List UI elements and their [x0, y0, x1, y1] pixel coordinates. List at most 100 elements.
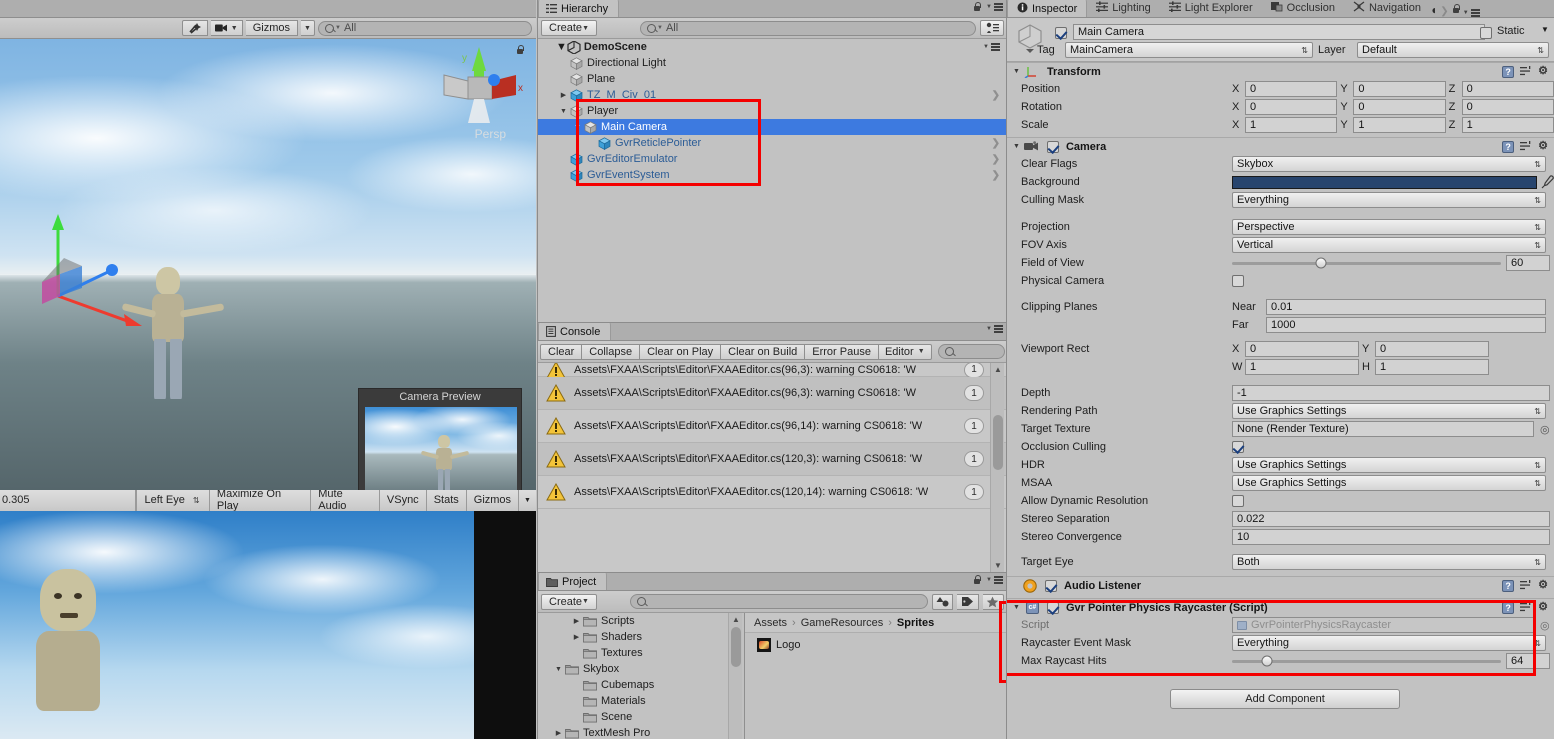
console-collapse-button[interactable]: Collapse [582, 343, 641, 360]
vsync-button[interactable]: VSync [378, 490, 426, 511]
game-aspect-dropdown[interactable]: 0.305 [0, 490, 137, 511]
hierarchy-create-button[interactable]: Create ▼ [541, 20, 597, 36]
transform-position-x-input[interactable]: 0 [1245, 81, 1338, 97]
project-folder-shaders[interactable]: ▶ Shaders [538, 629, 744, 645]
hierarchy-item-gvrreticlepointer[interactable]: GvrReticlePointer ❯ [538, 135, 1006, 151]
transform-scale-x-input[interactable]: 1 [1245, 117, 1338, 133]
transform-position-y-input[interactable]: 0 [1353, 81, 1446, 97]
chevron-right-icon[interactable]: ❯ [992, 170, 1000, 181]
project-tree-scroll-thumb[interactable] [731, 627, 741, 667]
preset-icon[interactable] [1520, 602, 1532, 613]
maximize-on-play-button[interactable]: Maximize On Play [208, 490, 311, 512]
culling-mask-dropdown[interactable]: Everything ⇅ [1232, 192, 1546, 208]
near-input[interactable]: 0.01 [1266, 299, 1546, 315]
project-folder-textmesh-pro[interactable]: ▶ TextMesh Pro [538, 725, 744, 739]
console-message-list[interactable]: Assets\FXAA\Scripts\Editor\FXAAEditor.cs… [538, 363, 1006, 572]
transform-position-z-input[interactable]: 0 [1461, 81, 1554, 97]
allow-dynamic-resolution-checkbox[interactable] [1232, 495, 1244, 507]
lock-icon[interactable] [973, 575, 982, 585]
chevron-right-icon[interactable]: ❯ [992, 154, 1000, 165]
scene-gizmo-lock-icon[interactable] [516, 45, 524, 55]
gear-icon[interactable]: ⚙ [1538, 66, 1548, 77]
project-folder-textures[interactable]: Textures [538, 645, 744, 661]
project-folder-tree[interactable]: ▶ Scripts ▶ Shaders Textures ▼ Skybox Cubemaps M… [538, 613, 744, 739]
console-menu-icon[interactable]: ▼ [986, 325, 1003, 333]
hierarchy-scene-row[interactable]: ▼ DemoScene ▼ [538, 39, 1006, 55]
hdr-dropdown[interactable]: Use Graphics Settings ⇅ [1232, 457, 1546, 473]
scene-viewport[interactable]: y x Persp Camera Preview [0, 39, 536, 490]
project-tree-scrollbar[interactable]: ▲ [728, 613, 742, 739]
foldout-icon[interactable]: ▶ [557, 91, 570, 99]
projection-dropdown[interactable]: Perspective ⇅ [1232, 219, 1546, 235]
field-of-view-slider[interactable] [1232, 257, 1501, 269]
console-clear-on-build-button[interactable]: Clear on Build [721, 343, 806, 360]
project-folder-scripts[interactable]: ▶ Scripts [538, 613, 744, 629]
foldout-icon[interactable]: ▶ [570, 617, 583, 625]
physical-camera-checkbox[interactable] [1232, 275, 1244, 287]
transform-rotation-y-input[interactable]: 0 [1353, 99, 1446, 115]
console-search-input[interactable] [937, 344, 1005, 359]
gear-icon[interactable]: ⚙ [1538, 141, 1548, 152]
max-raycast-hits-slider[interactable] [1232, 655, 1501, 667]
scene-gizmos-dropdown-button[interactable]: ▼ [301, 20, 315, 36]
rendering-path-dropdown[interactable]: Use Graphics Settings ⇅ [1232, 403, 1546, 419]
console-error-pause-button[interactable]: Error Pause [805, 343, 879, 360]
audio-listener-component-header[interactable]: Audio Listener ? ⚙ [1007, 576, 1554, 594]
viewport-h-input[interactable]: 1 [1375, 359, 1489, 375]
project-asset-browser[interactable]: Assets › GameResources › Sprites Logo [745, 613, 1006, 739]
hierarchy-search-input[interactable]: ▼ All [640, 20, 976, 36]
help-icon[interactable]: ? [1502, 601, 1515, 614]
audio-listener-enabled-checkbox[interactable] [1045, 579, 1057, 592]
background-color-field[interactable] [1232, 175, 1537, 189]
msaa-dropdown[interactable]: Use Graphics Settings ⇅ [1232, 475, 1546, 491]
project-folder-skybox[interactable]: ▼ Skybox [538, 661, 744, 677]
project-search-input[interactable] [630, 594, 929, 609]
depth-input[interactable]: -1 [1232, 385, 1550, 401]
console-message-row[interactable]: Assets\FXAA\Scripts\Editor\FXAAEditor.cs… [538, 410, 1006, 443]
console-scrollbar[interactable]: ▲ ▼ [990, 363, 1004, 572]
help-icon[interactable]: ? [1502, 65, 1515, 78]
lock-icon[interactable] [1452, 4, 1460, 14]
console-editor-dropdown[interactable]: Editor ▼ [878, 343, 932, 360]
preset-icon[interactable] [1520, 141, 1532, 152]
console-scroll-thumb[interactable] [993, 415, 1003, 470]
camera-foldout-icon[interactable]: ▼ [1013, 143, 1020, 150]
stereo-separation-input[interactable]: 0.022 [1232, 511, 1550, 527]
eyedropper-icon[interactable] [1541, 175, 1554, 189]
gear-icon[interactable]: ⚙ [1538, 580, 1548, 591]
scene-camera-button[interactable]: ▼ [210, 20, 243, 36]
hierarchy-menu-icon[interactable]: ▼ [986, 3, 1003, 11]
project-folder-materials[interactable]: Materials [538, 693, 744, 709]
preset-icon[interactable] [1520, 66, 1532, 77]
transform-rotation-x-input[interactable]: 0 [1245, 99, 1338, 115]
target-eye-dropdown[interactable]: Both ⇅ [1232, 554, 1546, 570]
transform-foldout-icon[interactable]: ▼ [1013, 68, 1020, 75]
scene-context-menu-icon[interactable]: ▼ [983, 43, 1000, 51]
game-gizmos-dropdown-button[interactable]: ▼ [518, 490, 536, 511]
add-component-button[interactable]: Add Component [1170, 689, 1400, 709]
far-input[interactable]: 1000 [1266, 317, 1546, 333]
hierarchy-item-tz-m-civ-01[interactable]: ▶ TZ_M_Civ_01 ❯ [538, 87, 1006, 103]
console-message-row[interactable]: Assets\FXAA\Scripts\Editor\FXAAEditor.cs… [538, 377, 1006, 410]
breadcrumb-item[interactable]: Assets [754, 617, 787, 629]
hierarchy-item-plane[interactable]: Plane [538, 71, 1006, 87]
viewport-w-input[interactable]: 1 [1245, 359, 1359, 375]
tab-light-explorer[interactable]: Light Explorer [1160, 0, 1262, 17]
max-raycast-hits-input[interactable]: 64 [1506, 653, 1550, 669]
chevron-right-icon[interactable]: ❯ [992, 138, 1000, 149]
tab-occlusion[interactable]: Occlusion [1262, 0, 1344, 17]
object-picker-icon[interactable]: ◎ [1540, 619, 1550, 632]
foldout-icon[interactable]: ▶ [552, 729, 565, 737]
breadcrumb-item[interactable]: GameResources [801, 617, 884, 629]
project-folder-scene[interactable]: Scene [538, 709, 744, 725]
project-create-button[interactable]: Create ▼ [541, 593, 597, 610]
clear-flags-dropdown[interactable]: Skybox ⇅ [1232, 156, 1546, 172]
hierarchy-item-player[interactable]: ▼ Player [538, 103, 1006, 119]
camera-component-header[interactable]: ▼ Camera ? ⚙ [1007, 137, 1554, 155]
project-menu-icon[interactable]: ▼ [986, 576, 1003, 584]
transform-scale-z-input[interactable]: 1 [1461, 117, 1554, 133]
tab-console[interactable]: Console [538, 323, 612, 340]
fov-axis-dropdown[interactable]: Vertical ⇅ [1232, 237, 1546, 253]
gear-icon[interactable]: ⚙ [1538, 602, 1548, 613]
inspector-menu-icon[interactable]: ▼ [1463, 9, 1480, 17]
